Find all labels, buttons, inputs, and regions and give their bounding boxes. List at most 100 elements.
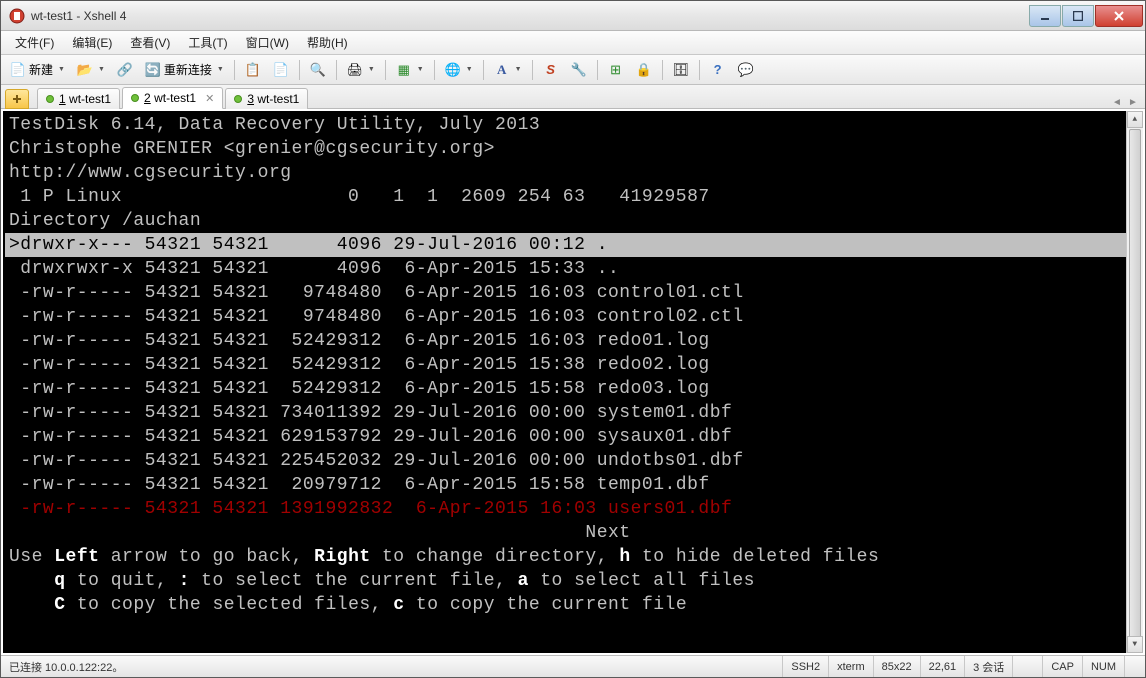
- status-size: 85x22: [874, 656, 921, 677]
- app-window: wt-test1 - Xshell 4 文件(F) 编辑(E) 查看(V) 工具…: [0, 0, 1146, 678]
- props-button[interactable]: ▦▼: [391, 58, 429, 82]
- tab-label: 3 wt-test1: [247, 92, 299, 106]
- terminal-line: Directory /auchan: [5, 209, 1143, 233]
- tile-button[interactable]: ⊞: [603, 58, 629, 82]
- script-button[interactable]: S: [538, 58, 564, 82]
- menu-help[interactable]: 帮助(H): [299, 31, 356, 54]
- separator: [699, 60, 700, 80]
- status-dot-icon: [131, 94, 139, 102]
- terminal-line: http://www.cgsecurity.org: [5, 161, 1143, 185]
- status-cap: CAP: [1043, 656, 1083, 677]
- new-icon: 📄: [10, 62, 26, 78]
- new-tab-button[interactable]: [5, 89, 29, 109]
- separator: [597, 60, 598, 80]
- paste-icon: 📄: [273, 62, 289, 78]
- file-row[interactable]: -rw-r----- 54321 54321 734011392 29-Jul-…: [5, 401, 1143, 425]
- file-row[interactable]: -rw-r----- 54321 54321 20979712 6-Apr-20…: [5, 473, 1143, 497]
- menu-file[interactable]: 文件(F): [7, 31, 62, 54]
- separator: [532, 60, 533, 80]
- scroll-thumb[interactable]: [1129, 129, 1141, 653]
- terminal-container: TestDisk 6.14, Data Recovery Utility, Ju…: [1, 109, 1145, 655]
- print-icon: 🖨: [347, 62, 363, 78]
- file-row[interactable]: -rw-r----- 54321 54321 629153792 29-Jul-…: [5, 425, 1143, 449]
- file-row[interactable]: >drwxr-x--- 54321 54321 4096 29-Jul-2016…: [5, 233, 1143, 257]
- terminal[interactable]: TestDisk 6.14, Data Recovery Utility, Ju…: [3, 111, 1143, 653]
- file-row[interactable]: -rw-r----- 54321 54321 52429312 6-Apr-20…: [5, 353, 1143, 377]
- folder-icon: 📂: [77, 62, 93, 78]
- tab-scroll-right[interactable]: ►: [1125, 97, 1141, 108]
- copy-icon: 📋: [245, 62, 261, 78]
- new-button[interactable]: 📄新建▼: [5, 58, 70, 82]
- file-row[interactable]: -rw-r----- 54321 54321 52429312 6-Apr-20…: [5, 329, 1143, 353]
- separator: [483, 60, 484, 80]
- menu-edit[interactable]: 编辑(E): [64, 31, 120, 54]
- paste-button[interactable]: 📄: [268, 58, 294, 82]
- tab-label: 1 wt-test1: [59, 92, 111, 106]
- lock-icon: 🔒: [636, 62, 652, 78]
- find-button[interactable]: 🔍: [305, 58, 331, 82]
- titlebar: wt-test1 - Xshell 4: [1, 1, 1145, 31]
- next-line: Next: [5, 521, 1143, 545]
- search-icon: 🔍: [310, 62, 326, 78]
- separator: [385, 60, 386, 80]
- tab-label: 2 wt-test1: [144, 91, 196, 105]
- scroll-down-button[interactable]: ▼: [1127, 636, 1143, 653]
- tool-icon: 🔧: [571, 62, 587, 78]
- refresh-icon: 🔄: [145, 62, 161, 78]
- font-icon: A: [494, 62, 510, 78]
- file-row[interactable]: -rw-r----- 54321 54321 1391992832 6-Apr-…: [5, 497, 1143, 521]
- statusbar: 已连接 10.0.0.122:22。 SSH2 xterm 85x22 22,6…: [1, 655, 1145, 677]
- reconnect-label: 重新连接: [164, 61, 212, 78]
- toolbar: 📄新建▼ 📂▼ 🔗 🔄重新连接▼ 📋 📄 🔍 🖨▼ ▦▼ 🌐▼ A▼ S 🔧 ⊞…: [1, 55, 1145, 85]
- separator: [234, 60, 235, 80]
- font-button[interactable]: A▼: [489, 58, 527, 82]
- copy-button[interactable]: 📋: [240, 58, 266, 82]
- help-button[interactable]: ?: [705, 58, 731, 82]
- maximize-button[interactable]: [1062, 5, 1094, 27]
- tab-scroll-left[interactable]: ◄: [1109, 97, 1125, 108]
- db-button[interactable]: 🗄: [668, 58, 694, 82]
- window-title: wt-test1 - Xshell 4: [31, 9, 1028, 23]
- help-icon: ?: [710, 62, 726, 78]
- separator: [299, 60, 300, 80]
- window-buttons: [1028, 5, 1143, 27]
- status-num: NUM: [1083, 656, 1125, 677]
- file-row[interactable]: -rw-r----- 54321 54321 225452032 29-Jul-…: [5, 449, 1143, 473]
- session-tab[interactable]: 2 wt-test1 ✕: [122, 87, 223, 109]
- terminal-scrollbar[interactable]: ▲ ▼: [1126, 111, 1143, 653]
- file-row[interactable]: -rw-r----- 54321 54321 9748480 6-Apr-201…: [5, 305, 1143, 329]
- status-termtype: xterm: [829, 656, 874, 677]
- tool-button[interactable]: 🔧: [566, 58, 592, 82]
- terminal-line: 1 P Linux 0 1 1 2609 254 63 41929587: [5, 185, 1143, 209]
- session-tab[interactable]: 3 wt-test1: [225, 88, 308, 109]
- link-icon: 🔗: [117, 62, 133, 78]
- status-dot-icon: [234, 95, 242, 103]
- reconnect-button[interactable]: 🔄重新连接▼: [140, 58, 229, 82]
- terminal-line: TestDisk 6.14, Data Recovery Utility, Ju…: [5, 113, 1143, 137]
- open-button[interactable]: 📂▼: [72, 58, 110, 82]
- file-row[interactable]: drwxrwxr-x 54321 54321 4096 6-Apr-2015 1…: [5, 257, 1143, 281]
- globe-button[interactable]: 🌐▼: [440, 58, 478, 82]
- file-row[interactable]: -rw-r----- 54321 54321 9748480 6-Apr-201…: [5, 281, 1143, 305]
- menu-tools[interactable]: 工具(T): [180, 31, 235, 54]
- file-row[interactable]: -rw-r----- 54321 54321 52429312 6-Apr-20…: [5, 377, 1143, 401]
- lock-button[interactable]: 🔒: [631, 58, 657, 82]
- menu-window[interactable]: 窗口(W): [238, 31, 297, 54]
- status-protocol: SSH2: [783, 656, 829, 677]
- scroll-up-button[interactable]: ▲: [1127, 111, 1143, 128]
- tab-close-button[interactable]: ✕: [205, 92, 214, 105]
- tile-icon: ⊞: [608, 62, 624, 78]
- status-empty: [1013, 656, 1043, 677]
- hint-line-2: q to quit, : to select the current file,…: [5, 569, 1143, 593]
- session-tab[interactable]: 1 wt-test1: [37, 88, 120, 109]
- separator: [336, 60, 337, 80]
- minimize-button[interactable]: [1029, 5, 1061, 27]
- connect-button[interactable]: 🔗: [112, 58, 138, 82]
- tabbar: 1 wt-test1 2 wt-test1 ✕ 3 wt-test1 ◄ ►: [1, 85, 1145, 109]
- menu-view[interactable]: 查看(V): [122, 31, 178, 54]
- print-button[interactable]: 🖨▼: [342, 58, 380, 82]
- close-button[interactable]: [1095, 5, 1143, 27]
- status-dot-icon: [46, 95, 54, 103]
- green-icon: ▦: [396, 62, 412, 78]
- about-button[interactable]: 💬: [733, 58, 759, 82]
